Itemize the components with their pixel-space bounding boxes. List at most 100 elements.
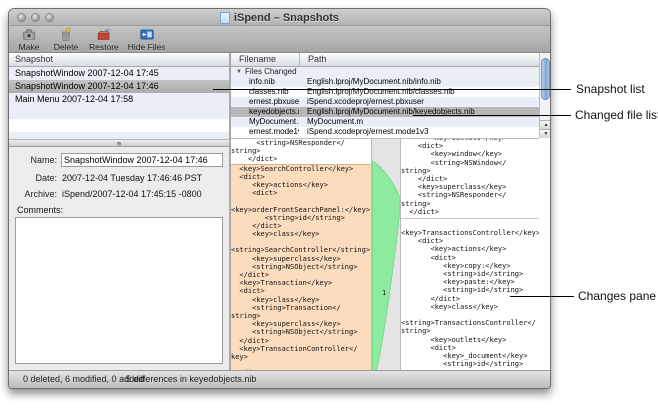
figure-canvas: iSpend – Snapshots Make Delete bbox=[0, 0, 658, 414]
callout-line-changes-pane bbox=[510, 296, 574, 297]
code-line: <dict> bbox=[231, 189, 371, 197]
code-line: <string>id</string> bbox=[401, 270, 539, 278]
hide-files-label: Hide Files bbox=[128, 42, 166, 52]
code-line bbox=[231, 361, 371, 369]
snapshot-details-panel: Name: Date: 2007-12-04 Tuesday 17:46:46 … bbox=[9, 147, 229, 370]
code-line: <string>NSObject</string> bbox=[231, 328, 371, 336]
code-line: <dict> bbox=[231, 173, 371, 181]
changes-pane[interactable]: <string>NSResponder</string> </dict> <ke… bbox=[231, 138, 539, 370]
comments-field[interactable] bbox=[15, 217, 223, 364]
file-list-scroll-thumb[interactable] bbox=[541, 58, 550, 100]
file-name-cell: info.nib bbox=[231, 77, 299, 87]
diff-collapse-separator bbox=[401, 218, 539, 219]
filename-column-header[interactable]: Filename bbox=[231, 53, 299, 67]
window-title-wrap: iSpend – Snapshots bbox=[9, 10, 550, 26]
code-line: <dict> bbox=[401, 254, 539, 262]
horizontal-splitter[interactable] bbox=[9, 139, 229, 147]
file-path-cell: MyDocument.m bbox=[299, 117, 539, 127]
scroll-down-arrow-icon[interactable]: ▼ bbox=[540, 129, 551, 138]
diff-left-unchanged: <string>NSResponder</string> </dict> bbox=[231, 139, 371, 164]
diff-right-column: <key>outlets</key> <dict> <key>window</k… bbox=[401, 138, 539, 370]
code-line: <key>superclass</key> bbox=[231, 320, 371, 328]
code-line: string> bbox=[231, 147, 371, 155]
file-list-scrollbar[interactable]: ▲ ▼ bbox=[539, 53, 551, 138]
snapshot-list-empty-area[interactable] bbox=[9, 106, 229, 139]
code-line: <dict> bbox=[231, 287, 371, 295]
snapshot-row-label: Main Menu 2007-12-04 17:58 bbox=[15, 94, 133, 104]
code-line: <string>NSResponder</ bbox=[401, 191, 539, 199]
code-line: <key>window</key> bbox=[401, 150, 539, 158]
callout-changes-pane: Changes pane bbox=[578, 289, 656, 303]
file-row[interactable]: MyDocument.m MyDocument.m bbox=[231, 117, 539, 127]
code-line: string> bbox=[401, 327, 539, 335]
code-line: <string>id</string> bbox=[231, 214, 371, 222]
code-line: <string>NSWindow</ bbox=[401, 159, 539, 167]
snapshot-list: SnapshotWindow 2007-12-04 17:45 Snapshot… bbox=[9, 67, 229, 106]
code-line: <string>TransactionsController</ bbox=[401, 319, 539, 327]
snapshot-row-label: SnapshotWindow 2007-12-04 17:45 bbox=[15, 68, 159, 78]
delete-button[interactable]: Delete bbox=[52, 27, 80, 52]
code-line: <dict> bbox=[401, 237, 539, 245]
code-line: <string>SearchController</string> bbox=[231, 246, 371, 254]
file-path-cell: iSpend.xcodeproj/ernest.mode1v3 bbox=[299, 127, 539, 137]
hide-files-icon bbox=[139, 27, 155, 42]
statusbar: 0 deleted, 6 modified, 0 added 5 differe… bbox=[9, 370, 550, 388]
diff-right-top: <key>outlets</key> <dict> <key>window</k… bbox=[401, 138, 539, 216]
snapshot-column-header[interactable]: Snapshot bbox=[9, 53, 229, 67]
code-line: <dict> bbox=[401, 142, 539, 150]
code-line bbox=[401, 311, 539, 319]
file-name-cell: ernest.mode1v3 bbox=[231, 127, 299, 137]
file-row[interactable]: info.nib English.lproj/MyDocument.nib/in… bbox=[231, 77, 539, 87]
code-line bbox=[401, 221, 539, 229]
code-line: string> bbox=[231, 312, 371, 320]
make-button[interactable]: Make bbox=[15, 27, 43, 52]
code-line: <key>orderFrontSearchPanel:</key> bbox=[231, 206, 371, 214]
hide-files-button[interactable]: Hide Files bbox=[128, 27, 166, 52]
restore-folder-icon bbox=[96, 27, 112, 42]
code-line bbox=[231, 238, 371, 246]
code-line: </dict> bbox=[401, 208, 539, 216]
callout-line-changed-file-list bbox=[413, 115, 571, 116]
code-line: <key>copy:</key> bbox=[401, 262, 539, 270]
code-line: <key>actions</key> bbox=[401, 245, 539, 253]
snapshot-row[interactable]: SnapshotWindow 2007-12-04 17:46 bbox=[9, 80, 229, 93]
files-changed-group-label: Files Changed bbox=[245, 67, 297, 76]
content-area: Snapshot SnapshotWindow 2007-12-04 17:45… bbox=[9, 53, 550, 370]
camera-icon bbox=[21, 27, 37, 42]
titlebar[interactable]: iSpend – Snapshots bbox=[9, 9, 550, 26]
disclosure-triangle-icon[interactable]: ▼ bbox=[236, 67, 242, 77]
code-line: </dict> bbox=[231, 271, 371, 279]
code-line: </dict> bbox=[231, 222, 371, 230]
callout-line-snapshot-list bbox=[213, 89, 571, 90]
code-line: <key>actions</key> bbox=[231, 181, 371, 189]
code-line bbox=[231, 197, 371, 205]
code-line: string> bbox=[401, 200, 539, 208]
changed-file-list: info.nib English.lproj/MyDocument.nib/in… bbox=[231, 77, 539, 137]
name-field[interactable] bbox=[61, 153, 223, 167]
code-line: <string>id</string> bbox=[401, 286, 539, 294]
delete-label: Delete bbox=[54, 42, 79, 52]
files-changed-group-row[interactable]: ▼Files Changed bbox=[231, 67, 539, 77]
code-line: <string>id</string> bbox=[401, 360, 539, 368]
diff-count-badge: 1 bbox=[382, 289, 386, 297]
diff-gutter: 1 bbox=[371, 139, 401, 370]
file-row[interactable]: ernest.pbxuser iSpend.xcodeproj/ernest.p… bbox=[231, 97, 539, 107]
code-line: <string>NSResponder</ bbox=[231, 139, 371, 147]
code-line: <key>SearchController</key> bbox=[231, 165, 371, 173]
file-row[interactable]: ernest.mode1v3 iSpend.xcodeproj/ernest.m… bbox=[231, 127, 539, 137]
restore-button[interactable]: Restore bbox=[89, 27, 119, 52]
code-line: <key>Transaction</key> bbox=[231, 279, 371, 287]
code-line: <string>NSObject</string> bbox=[231, 263, 371, 271]
scroll-up-arrow-icon[interactable]: ▲ bbox=[540, 120, 551, 129]
callout-changed-file-list: Changed file list bbox=[575, 108, 658, 122]
archive-value: iSpend/2007-12-04 17:45:15 -0800 bbox=[62, 187, 221, 201]
code-line: </dict> bbox=[401, 175, 539, 183]
path-column-header[interactable]: Path bbox=[299, 53, 539, 67]
snapshot-row[interactable]: SnapshotWindow 2007-12-04 17:45 bbox=[9, 67, 229, 80]
trash-icon bbox=[58, 27, 74, 42]
code-line: <key>TransactionController</ bbox=[231, 345, 371, 353]
diff-connector-shape bbox=[372, 139, 400, 370]
snapshot-row[interactable]: Main Menu 2007-12-04 17:58 bbox=[9, 93, 229, 106]
snapshot-row-label: SnapshotWindow 2007-12-04 17:46 bbox=[15, 81, 159, 91]
archive-label: Archive: bbox=[9, 187, 57, 201]
